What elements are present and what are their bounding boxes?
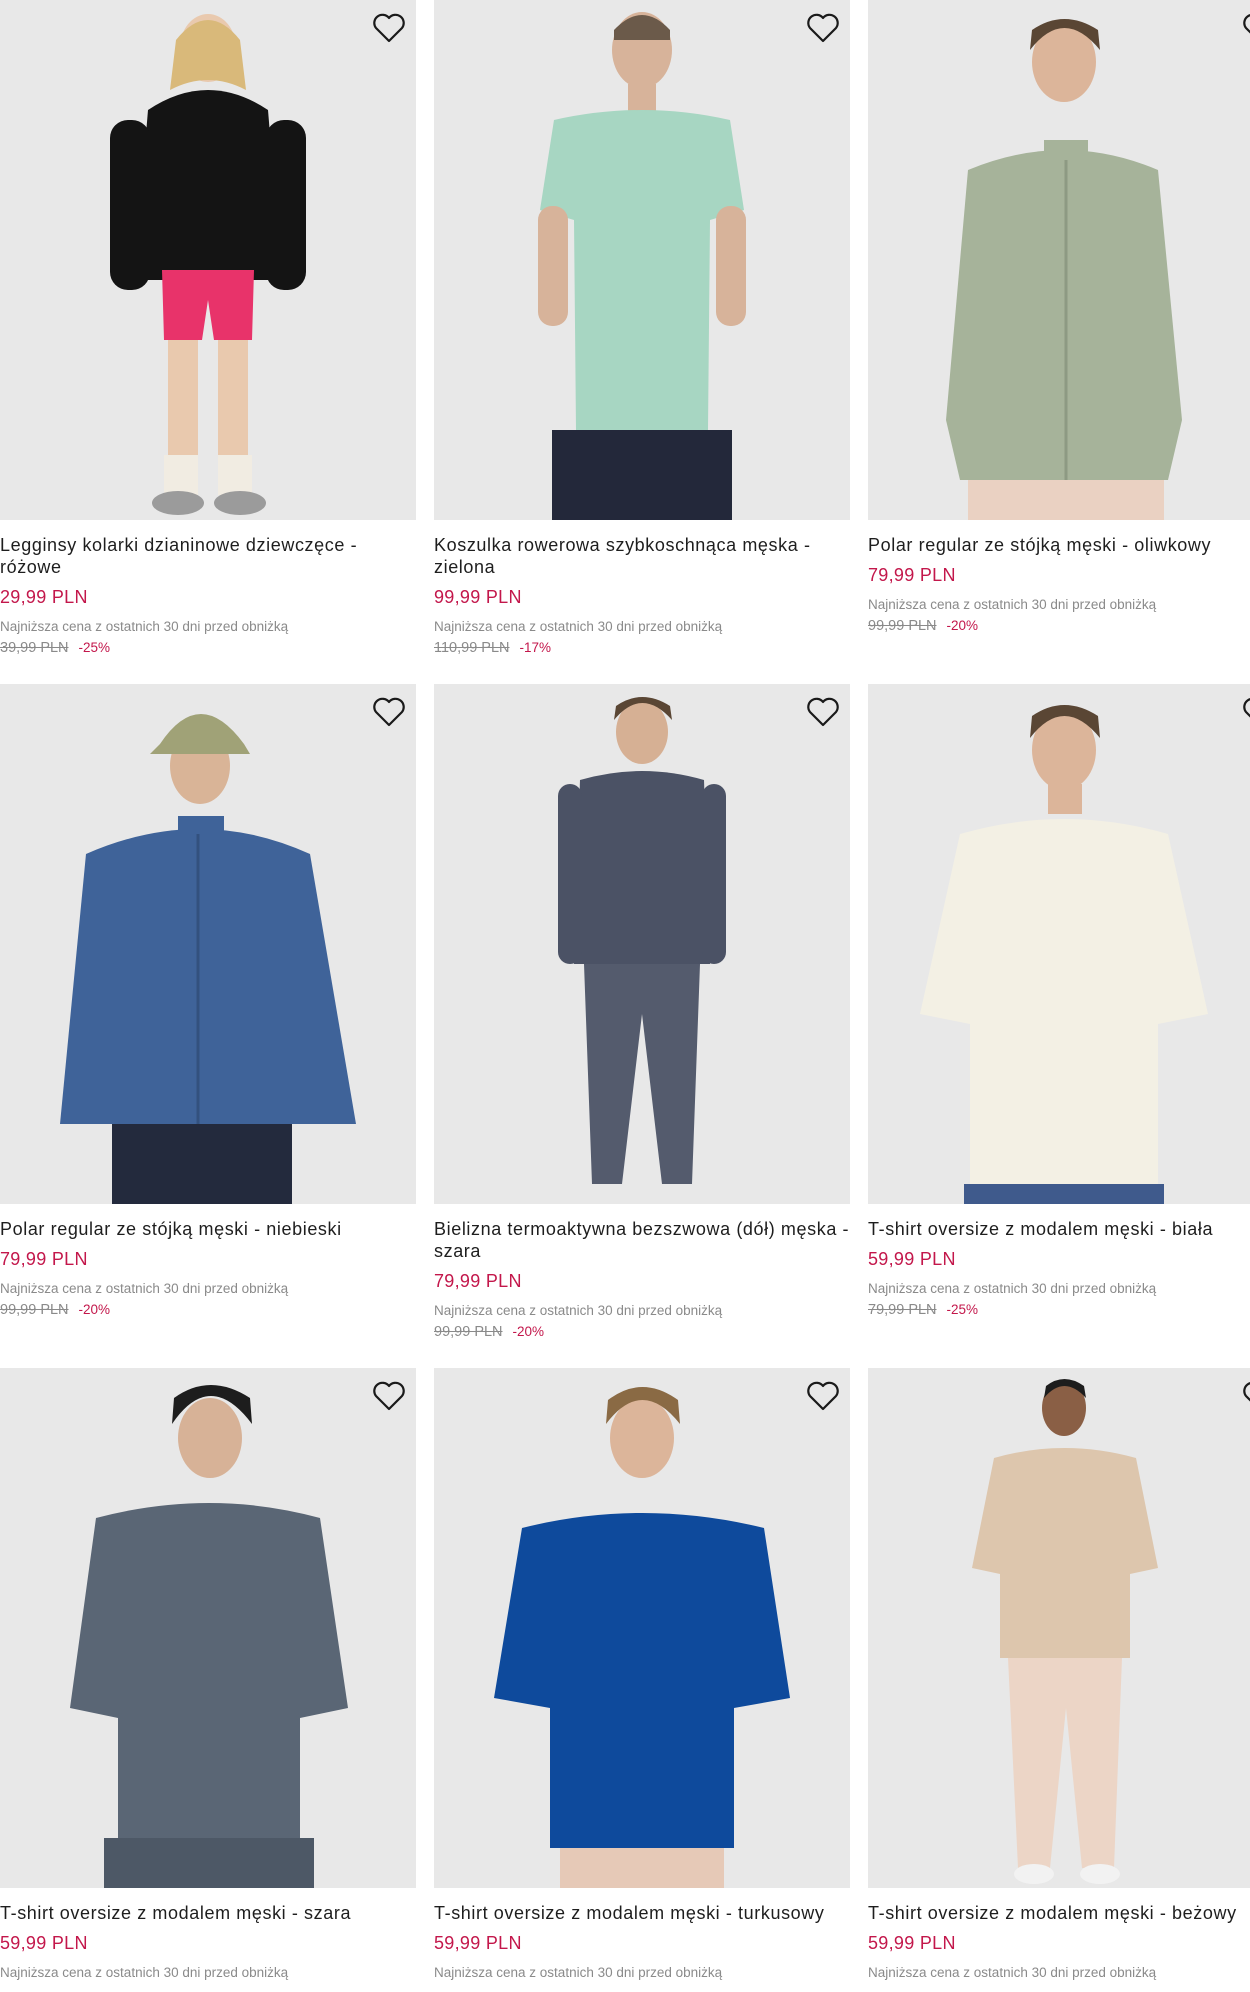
heart-outline-icon bbox=[807, 13, 839, 43]
product-card[interactable]: T-shirt oversize z modalem męski - turku… bbox=[434, 1368, 850, 1982]
old-price-row: 99,99 PLN -20% bbox=[434, 1323, 850, 1341]
product-image[interactable] bbox=[868, 0, 1250, 520]
discount-badge: -25% bbox=[946, 1302, 979, 1317]
old-price-row: 39,99 PLN -25% bbox=[0, 639, 416, 657]
add-to-favorites-button[interactable] bbox=[370, 694, 408, 730]
lowest-price-label: Najniższa cena z ostatnich 30 dni przed … bbox=[0, 1965, 289, 1980]
product-photo bbox=[920, 705, 1208, 1204]
product-card[interactable]: T-shirt oversize z modalem męski - szara… bbox=[0, 1368, 416, 1982]
product-photo bbox=[70, 1385, 348, 1888]
old-price-row: 99,99 PLN -20% bbox=[868, 617, 1250, 635]
lowest-price-label: Najniższa cena z ostatnich 30 dni przed … bbox=[868, 1281, 1157, 1296]
heart-outline-icon bbox=[1243, 698, 1250, 718]
discount-badge: -25% bbox=[78, 640, 111, 655]
product-card[interactable]: T-shirt oversize z modalem męski - biała… bbox=[868, 684, 1250, 1319]
heart-outline-icon bbox=[1243, 14, 1250, 34]
product-price: 59,99 PLN bbox=[868, 1249, 956, 1269]
lowest-price-label: Najniższa cena z ostatnich 30 dni przed … bbox=[868, 1965, 1157, 1980]
lowest-price-label: Najniższa cena z ostatnich 30 dni przed … bbox=[868, 597, 1157, 612]
product-photo bbox=[946, 19, 1182, 520]
product-price: 79,99 PLN bbox=[434, 1271, 522, 1291]
old-price: 79,99 PLN bbox=[868, 1302, 937, 1318]
product-name[interactable]: Koszulka rowerowa szybkoschnąca męska - … bbox=[434, 534, 850, 578]
add-to-favorites-button[interactable] bbox=[1240, 10, 1250, 46]
old-price-row: 99,99 PLN -20% bbox=[0, 1301, 416, 1319]
product-price: 59,99 PLN bbox=[0, 1933, 88, 1953]
lowest-price-label: Najniższa cena z ostatnich 30 dni przed … bbox=[0, 1281, 289, 1296]
discount-badge: -20% bbox=[78, 1302, 111, 1317]
product-name[interactable]: T-shirt oversize z modalem męski - biała bbox=[868, 1218, 1250, 1240]
product-image[interactable] bbox=[868, 684, 1250, 1204]
product-image[interactable] bbox=[0, 684, 416, 1204]
old-price-row: 110,99 PLN -17% bbox=[434, 639, 850, 657]
product-name[interactable]: Polar regular ze stójką męski - niebiesk… bbox=[0, 1218, 416, 1240]
product-image[interactable] bbox=[0, 1368, 416, 1888]
add-to-favorites-button[interactable] bbox=[804, 1378, 842, 1414]
product-photo bbox=[494, 1387, 790, 1888]
heart-outline-icon bbox=[807, 1381, 839, 1411]
old-price: 99,99 PLN bbox=[868, 618, 937, 634]
product-card[interactable]: Polar regular ze stójką męski - oliwkowy… bbox=[868, 0, 1250, 635]
lowest-price-label: Najniższa cena z ostatnich 30 dni przed … bbox=[434, 619, 723, 634]
product-card[interactable]: Legginsy kolarki dzianinowe dziewczęce -… bbox=[0, 0, 416, 657]
add-to-favorites-button[interactable] bbox=[370, 10, 408, 46]
product-name[interactable]: Bielizna termoaktywna bezszwowa (dół) mę… bbox=[434, 1218, 850, 1262]
product-photo bbox=[60, 714, 356, 1204]
lowest-price-label: Najniższa cena z ostatnich 30 dni przed … bbox=[434, 1303, 723, 1318]
product-photo bbox=[972, 1379, 1158, 1884]
product-image[interactable] bbox=[434, 1368, 850, 1888]
product-photo bbox=[558, 697, 726, 1184]
discount-badge: -20% bbox=[946, 618, 979, 633]
old-price: 110,99 PLN bbox=[434, 640, 510, 656]
heart-outline-icon bbox=[373, 697, 405, 727]
add-to-favorites-button[interactable] bbox=[1240, 1378, 1250, 1414]
product-image[interactable] bbox=[0, 0, 416, 520]
heart-outline-icon bbox=[1243, 1382, 1250, 1402]
product-name[interactable]: T-shirt oversize z modalem męski - beżow… bbox=[868, 1902, 1250, 1924]
old-price-row: 79,99 PLN -25% bbox=[868, 1301, 1250, 1319]
discount-badge: -20% bbox=[512, 1324, 545, 1339]
lowest-price-label: Najniższa cena z ostatnich 30 dni przed … bbox=[434, 1965, 723, 1980]
product-name[interactable]: T-shirt oversize z modalem męski - szara bbox=[0, 1902, 416, 1924]
old-price: 39,99 PLN bbox=[0, 640, 69, 656]
product-card[interactable]: T-shirt oversize z modalem męski - beżow… bbox=[868, 1368, 1250, 1982]
product-price: 59,99 PLN bbox=[868, 1933, 956, 1953]
product-price: 79,99 PLN bbox=[0, 1249, 88, 1269]
product-name[interactable]: Legginsy kolarki dzianinowe dziewczęce -… bbox=[0, 534, 416, 578]
heart-outline-icon bbox=[373, 1381, 405, 1411]
heart-outline-icon bbox=[807, 697, 839, 727]
product-name[interactable]: Polar regular ze stójką męski - oliwkowy bbox=[868, 534, 1250, 556]
discount-badge: -17% bbox=[519, 640, 552, 655]
product-price: 79,99 PLN bbox=[868, 565, 956, 585]
product-image[interactable] bbox=[434, 684, 850, 1204]
old-price: 99,99 PLN bbox=[434, 1324, 503, 1340]
product-price: 29,99 PLN bbox=[0, 587, 88, 607]
product-card[interactable]: Polar regular ze stójką męski - niebiesk… bbox=[0, 684, 416, 1319]
product-image[interactable] bbox=[868, 1368, 1250, 1888]
lowest-price-label: Najniższa cena z ostatnich 30 dni przed … bbox=[0, 619, 289, 634]
product-image[interactable] bbox=[434, 0, 850, 520]
product-photo bbox=[110, 14, 306, 515]
add-to-favorites-button[interactable] bbox=[370, 1378, 408, 1414]
product-photo bbox=[538, 12, 746, 520]
product-price: 99,99 PLN bbox=[434, 587, 522, 607]
product-card[interactable]: Bielizna termoaktywna bezszwowa (dół) mę… bbox=[434, 684, 850, 1341]
heart-outline-icon bbox=[373, 13, 405, 43]
add-to-favorites-button[interactable] bbox=[1240, 694, 1250, 730]
product-card[interactable]: Koszulka rowerowa szybkoschnąca męska - … bbox=[434, 0, 850, 657]
product-name[interactable]: T-shirt oversize z modalem męski - turku… bbox=[434, 1902, 850, 1924]
old-price: 99,99 PLN bbox=[0, 1302, 69, 1318]
add-to-favorites-button[interactable] bbox=[804, 694, 842, 730]
add-to-favorites-button[interactable] bbox=[804, 10, 842, 46]
product-price: 59,99 PLN bbox=[434, 1933, 522, 1953]
